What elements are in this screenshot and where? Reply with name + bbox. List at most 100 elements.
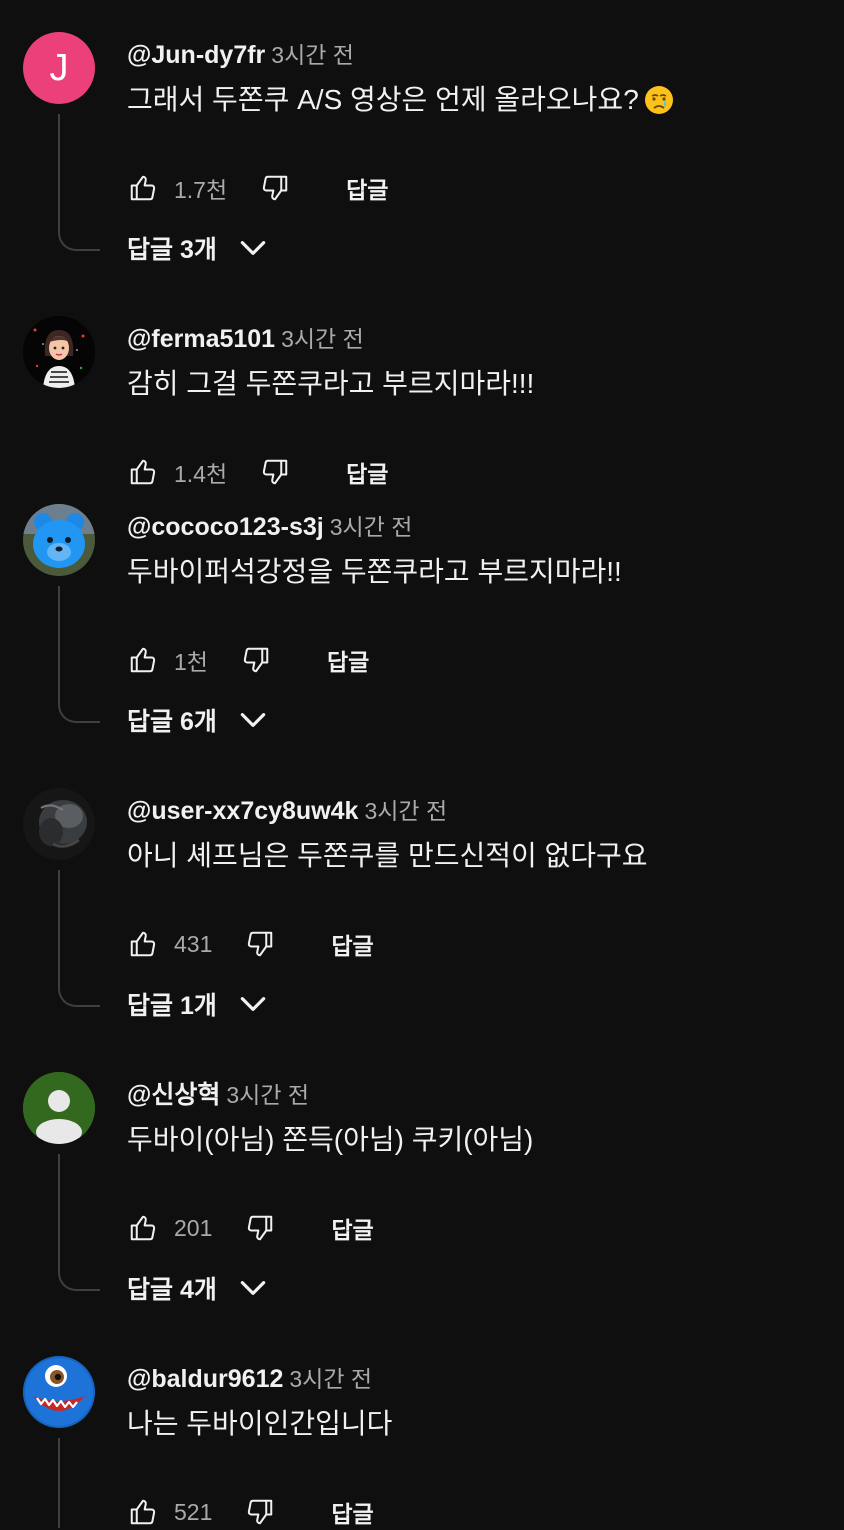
comment-text-content: 감히 그걸 두쫀쿠라고 부르지마라!!! <box>127 368 535 399</box>
chevron-down-icon <box>237 1272 269 1304</box>
dark-photo-avatar-icon <box>23 788 95 860</box>
comment-text: 그래서 두쫀쿠 A/S 영상은 언제 올라오나요? <box>127 80 675 120</box>
comment-text: 감히 그걸 두쫀쿠라고 부르지마라!!! <box>127 364 534 404</box>
like-count: 201 <box>174 1214 213 1241</box>
comment-author[interactable]: @ferma5101 <box>127 325 275 353</box>
comment-author[interactable]: @Jun-dy7fr <box>127 41 265 69</box>
comment-time[interactable]: 3시간 전 <box>226 1082 309 1108</box>
comment-author[interactable]: @신상혁 <box>127 1081 220 1109</box>
avatar-letter: J <box>49 47 69 89</box>
thumb-down-icon <box>262 175 288 201</box>
default-user-icon <box>23 1072 95 1144</box>
dislike-button[interactable] <box>244 1496 276 1528</box>
avatar[interactable] <box>23 316 95 388</box>
comment-actions: 1.4천 답글 <box>127 454 388 490</box>
girl-avatar-icon <box>23 316 95 388</box>
replies-count-label: 답글 3개 <box>127 236 217 264</box>
thumb-down-icon <box>262 459 288 485</box>
view-replies-button[interactable]: 답글 6개 <box>127 700 269 740</box>
comment-text: 나는 두바이인간입니다 <box>127 1404 392 1444</box>
thread-line <box>58 1154 100 1291</box>
comment-text: 두바이퍼석강정을 두쫀쿠라고 부르지마라!! <box>127 552 622 592</box>
comment-text-content: 두바이(아님) 쫀득(아님) 쿠키(아님) <box>127 1124 534 1155</box>
avatar[interactable] <box>23 1072 95 1144</box>
view-replies-button[interactable]: 답글 4개 <box>127 1268 269 1308</box>
comment-header: @ferma5101 3시간 전 <box>127 324 364 357</box>
like-button[interactable] <box>127 172 159 204</box>
avatar[interactable]: J <box>23 32 95 104</box>
comment-header: @user-xx7cy8uw4k 3시간 전 <box>127 796 447 829</box>
comment-author[interactable]: @cococo123-s3j <box>127 513 324 541</box>
comment-time[interactable]: 3시간 전 <box>281 326 364 352</box>
chevron-down-icon <box>237 988 269 1020</box>
reply-button[interactable]: 답글 <box>331 927 373 961</box>
thread-line <box>58 586 100 723</box>
comment-actions: 201 답글 <box>127 1210 374 1246</box>
like-button[interactable] <box>127 456 159 488</box>
thumb-up-icon <box>130 931 156 957</box>
reply-button[interactable]: 답글 <box>331 1211 373 1245</box>
comment-author[interactable]: @user-xx7cy8uw4k <box>127 797 358 825</box>
like-count: 1.4천 <box>174 461 228 487</box>
comment-header: @Jun-dy7fr 3시간 전 <box>127 40 354 73</box>
thumb-down-icon <box>243 647 269 673</box>
view-replies-button[interactable]: 답글 1개 <box>127 984 269 1024</box>
replies-count-label: 답글 1개 <box>127 992 217 1020</box>
comment-text: 두바이(아님) 쫀득(아님) 쿠키(아님) <box>127 1120 533 1160</box>
dislike-button[interactable] <box>240 644 272 676</box>
comment-header: @cococo123-s3j 3시간 전 <box>127 512 412 545</box>
comment-actions: 431 답글 <box>127 926 374 962</box>
thumb-down-icon <box>248 931 273 957</box>
crying-face-icon <box>643 84 675 116</box>
like-button[interactable] <box>127 1212 159 1244</box>
like-count: 431 <box>174 930 213 957</box>
like-count: 521 <box>174 1498 213 1525</box>
comment-time[interactable]: 3시간 전 <box>289 1366 372 1392</box>
like-button[interactable] <box>127 644 159 676</box>
comment-actions: 521 답글 <box>127 1494 374 1530</box>
replies-count-label: 답글 4개 <box>127 1276 217 1304</box>
comment-time[interactable]: 3시간 전 <box>271 42 354 68</box>
like-button[interactable] <box>127 1496 159 1528</box>
thumb-up-icon <box>130 1215 156 1241</box>
comment-time[interactable]: 3시간 전 <box>330 514 413 540</box>
comment-author[interactable]: @baldur9612 <box>127 1365 283 1393</box>
thread-line <box>58 114 100 251</box>
replies-count-label: 답글 6개 <box>127 708 217 736</box>
avatar[interactable] <box>23 788 95 860</box>
thumb-up-icon <box>130 459 156 485</box>
dislike-button[interactable] <box>259 456 291 488</box>
comment-header: @baldur9612 3시간 전 <box>127 1364 372 1397</box>
avatar[interactable] <box>23 504 95 576</box>
chevron-down-icon <box>237 232 269 264</box>
thumb-up-icon <box>130 1499 156 1525</box>
comment-actions: 1천 답글 <box>127 642 369 678</box>
comment-text: 아니 셰프님은 두쫀쿠를 만드신적이 없다구요 <box>127 836 648 876</box>
chevron-down-icon <box>237 704 269 736</box>
reply-button[interactable]: 답글 <box>331 1495 373 1529</box>
comment-time[interactable]: 3시간 전 <box>364 798 447 824</box>
comment-header: @신상혁 3시간 전 <box>127 1080 309 1113</box>
view-replies-button[interactable]: 답글 3개 <box>127 228 269 268</box>
thread-line <box>58 870 100 1007</box>
dislike-button[interactable] <box>259 172 291 204</box>
thumb-down-icon <box>248 1499 273 1525</box>
reply-button[interactable]: 답글 <box>346 455 388 489</box>
avatar[interactable] <box>23 1356 95 1428</box>
thread-line <box>58 1438 100 1528</box>
comment-text-content: 아니 셰프님은 두쫀쿠를 만드신적이 없다구요 <box>127 840 648 871</box>
comment-text-content: 나는 두바이인간입니다 <box>127 1408 393 1439</box>
dislike-button[interactable] <box>244 928 276 960</box>
thumb-up-icon <box>130 175 156 201</box>
blue-bear-avatar-icon <box>23 504 95 576</box>
thumb-up-icon <box>130 647 156 673</box>
like-count: 1.7천 <box>174 177 228 203</box>
reply-button[interactable]: 답글 <box>346 171 388 205</box>
comment-text-content: 그래서 두쫀쿠 A/S 영상은 언제 올라오나요? <box>127 84 639 115</box>
like-button[interactable] <box>127 928 159 960</box>
blue-monster-avatar-icon <box>23 1356 95 1428</box>
comment-actions: 1.7천 답글 <box>127 170 388 206</box>
like-count: 1천 <box>174 649 208 675</box>
reply-button[interactable]: 답글 <box>327 643 369 677</box>
dislike-button[interactable] <box>244 1212 276 1244</box>
